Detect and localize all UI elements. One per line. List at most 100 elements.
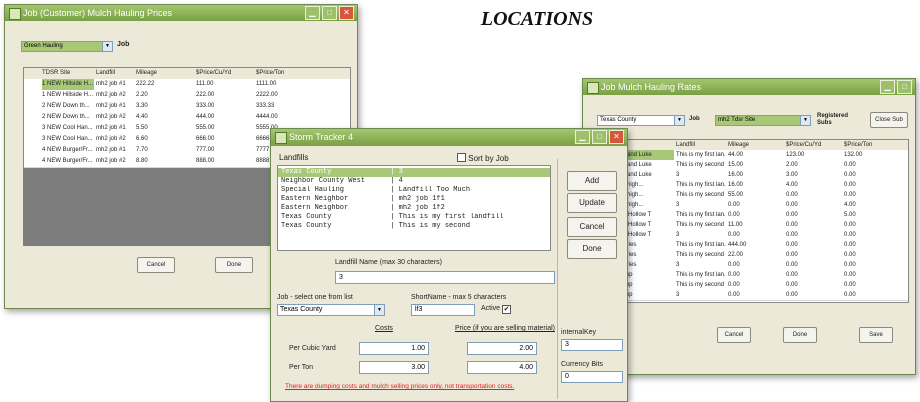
column-header[interactable]: $Price/Cu/Yd bbox=[196, 68, 254, 79]
done-button[interactable]: Done bbox=[215, 257, 253, 273]
active-checkbox[interactable]: Active ✔ bbox=[481, 305, 512, 314]
table-cell: This is my first lan... bbox=[676, 152, 726, 158]
customer-select[interactable]: Green Hauling ▼ bbox=[21, 41, 113, 52]
minimize-icon[interactable]: ▁ bbox=[880, 80, 895, 94]
list-item[interactable]: Special Hauling | Landfill Too Much bbox=[278, 186, 550, 195]
landfills-list[interactable]: Texas County | 3 Neighbor County West | 4… bbox=[277, 165, 551, 251]
cost-cubic-yard-input[interactable]: 1.00 bbox=[359, 342, 429, 355]
column-header[interactable]: Landfill bbox=[96, 68, 134, 79]
minimize-icon[interactable]: ▁ bbox=[305, 6, 320, 20]
list-item[interactable]: Texas County | This is my first landfill bbox=[278, 213, 550, 222]
window-titlebar[interactable]: Job (Customer) Mulch Hauling Prices ▁ □ … bbox=[5, 5, 357, 21]
table-cell: This is my first lan... bbox=[676, 272, 726, 278]
table-cell: 6.60 bbox=[136, 136, 148, 142]
table-cell: 0.00 bbox=[844, 172, 856, 178]
maximize-icon[interactable]: □ bbox=[897, 80, 912, 94]
landfill-name-input[interactable]: 3 bbox=[335, 271, 555, 284]
job-select[interactable]: mh2 Tdsr Site ▼ bbox=[715, 115, 811, 126]
done-button[interactable]: Done bbox=[783, 327, 817, 343]
table-cell: 0.00 bbox=[844, 222, 856, 228]
close-sub-button[interactable]: Close Sub bbox=[870, 112, 908, 128]
window-titlebar[interactable]: Storm Tracker 4 ▁ □ ✕ bbox=[271, 129, 627, 146]
job-select[interactable]: Texas County ▼ bbox=[277, 304, 385, 316]
table-cell: 44.00 bbox=[728, 152, 744, 158]
column-header[interactable]: TDSR Site bbox=[42, 68, 94, 79]
maximize-icon[interactable]: □ bbox=[322, 6, 337, 20]
table-cell: 333.33 bbox=[256, 103, 275, 109]
table-cell: mh2 job #2 bbox=[96, 158, 126, 164]
shortname-input[interactable]: lf3 bbox=[411, 304, 475, 316]
table-cell: 2.20 bbox=[136, 92, 148, 98]
job-label: Job bbox=[117, 41, 130, 48]
table-cell: 123.00 bbox=[786, 152, 805, 158]
table-cell: This is my second bbox=[676, 222, 725, 228]
table-cell: 0.00 bbox=[844, 232, 856, 238]
table-cell: 0.00 bbox=[844, 252, 856, 258]
column-header[interactable]: Mileage bbox=[136, 68, 194, 79]
column-header[interactable]: $Price/Ton bbox=[256, 68, 326, 79]
close-icon[interactable]: ✕ bbox=[609, 130, 624, 144]
costs-header: Costs bbox=[375, 325, 393, 332]
table-cell: 0.00 bbox=[786, 252, 798, 258]
window-titlebar[interactable]: Job Mulch Hauling Rates ▁ □ bbox=[583, 79, 915, 95]
internal-key-label: internalKey bbox=[561, 329, 597, 336]
done-button[interactable]: Done bbox=[567, 239, 617, 259]
list-item[interactable]: Neighbor County West | 4 bbox=[278, 177, 550, 186]
cancel-button[interactable]: Cancel bbox=[717, 327, 751, 343]
table-cell: 3 bbox=[676, 172, 680, 178]
list-item[interactable]: Texas County | This is my second bbox=[278, 222, 550, 231]
list-item[interactable]: Texas County | 3 bbox=[278, 168, 550, 177]
column-header[interactable]: $Price/Cu/Yd bbox=[786, 140, 842, 150]
table-cell: mh2 job #1 bbox=[96, 125, 126, 131]
checkbox-icon[interactable] bbox=[457, 153, 466, 162]
table-cell: 222.22 bbox=[136, 81, 155, 87]
table-cell: 4.00 bbox=[786, 182, 798, 188]
shortname-label: ShortName - max 5 characters bbox=[411, 294, 507, 301]
table-cell: 55.00 bbox=[728, 192, 744, 198]
table-cell: This is my second bbox=[676, 162, 725, 168]
close-icon[interactable]: ✕ bbox=[339, 6, 354, 20]
table-cell: 3 bbox=[676, 202, 680, 208]
price-header: Price (if you are selling material) bbox=[455, 325, 555, 332]
cost-ton-input[interactable]: 3.00 bbox=[359, 361, 429, 374]
table-cell: 222.00 bbox=[196, 92, 215, 98]
minimize-icon[interactable]: ▁ bbox=[575, 130, 590, 144]
table-cell: mh2 job #1 bbox=[96, 81, 126, 87]
list-item[interactable]: Eastern Neighbor | mh2 job 1f1 bbox=[278, 195, 550, 204]
table-cell: This is my second bbox=[676, 282, 725, 288]
price-cubic-yard-input[interactable]: 2.00 bbox=[467, 342, 537, 355]
currency-bits-input[interactable]: 0 bbox=[561, 371, 623, 383]
table-cell: 22.00 bbox=[728, 252, 744, 258]
save-button[interactable]: Save bbox=[859, 327, 893, 343]
county-select[interactable]: Texas County ▼ bbox=[597, 115, 685, 126]
price-ton-input[interactable]: 4.00 bbox=[467, 361, 537, 374]
column-header[interactable]: Mileage bbox=[728, 140, 784, 150]
window-title: Storm Tracker 4 bbox=[289, 132, 354, 142]
cancel-button[interactable]: Cancel bbox=[137, 257, 175, 273]
chevron-down-icon: ▼ bbox=[374, 305, 384, 315]
column-header[interactable]: Landfill bbox=[676, 140, 726, 150]
cancel-button[interactable]: Cancel bbox=[567, 217, 617, 237]
storm-tracker-window: Storm Tracker 4 ▁ □ ✕ Landfills Sort by … bbox=[270, 128, 628, 402]
table-cell: 2.00 bbox=[786, 162, 798, 168]
table-cell: 0.00 bbox=[728, 262, 740, 268]
table-cell: 0.00 bbox=[728, 282, 740, 288]
table-cell: 132.00 bbox=[844, 152, 863, 158]
table-cell: 777.00 bbox=[196, 147, 215, 153]
add-button[interactable]: Add bbox=[567, 171, 617, 191]
table-row[interactable]: Cuz's Dump30.000.000.00 bbox=[598, 290, 908, 301]
table-cell: 4.40 bbox=[136, 114, 148, 120]
per-cubic-yard-label: Per Cubic Yard bbox=[289, 345, 336, 352]
column-header[interactable]: $Price/Ton bbox=[844, 140, 904, 150]
update-button[interactable]: Update bbox=[567, 193, 617, 213]
sort-by-job-checkbox[interactable]: Sort by Job bbox=[457, 153, 509, 163]
chevron-down-icon: ▼ bbox=[102, 42, 112, 51]
checkmark-icon[interactable]: ✔ bbox=[502, 305, 512, 314]
table-cell: 0.00 bbox=[786, 262, 798, 268]
table-cell: 444.00 bbox=[728, 242, 747, 248]
table-cell: 444.00 bbox=[196, 114, 215, 120]
maximize-icon[interactable]: □ bbox=[592, 130, 607, 144]
table-cell: 2222.00 bbox=[256, 92, 278, 98]
internal-key-input[interactable]: 3 bbox=[561, 339, 623, 351]
list-item[interactable]: Eastern Neighbor | mh2 job 1f2 bbox=[278, 204, 550, 213]
